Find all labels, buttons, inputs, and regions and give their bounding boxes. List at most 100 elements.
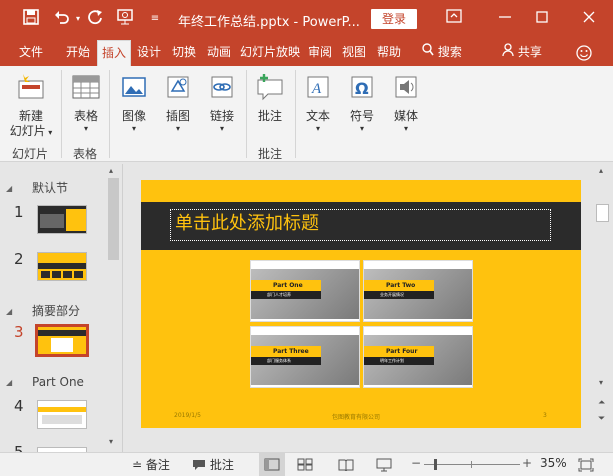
slide-thumbnail-1[interactable] (37, 205, 87, 234)
tab-view[interactable]: 视图 (338, 38, 370, 66)
part-card-3[interactable]: Part Three 部门服务体系 (250, 326, 360, 388)
zoom-level[interactable]: 35% (540, 456, 567, 470)
slideshow-button[interactable] (376, 456, 392, 475)
minimize-icon[interactable] (494, 8, 516, 30)
scroll-up-icon[interactable]: ▴ (109, 166, 113, 175)
part-card-1[interactable]: Part One 部门人才培养 (250, 260, 360, 322)
new-slide-button[interactable]: 新建 幻灯片 ▾ (6, 72, 56, 140)
slideshow-icon (376, 458, 392, 472)
part-name: Part Four (386, 348, 418, 355)
scroll-down-icon[interactable]: ▾ (109, 437, 113, 446)
smiley-icon[interactable] (572, 38, 596, 66)
thumb-band (38, 407, 86, 412)
part-card-4[interactable]: Part Four 明年工作计划 (363, 326, 473, 388)
table-button[interactable]: 表格 ▾ (66, 72, 106, 134)
image-dropdown-icon: ▾ (131, 124, 136, 133)
part-subtitle: 部门服务体系 (267, 358, 291, 363)
media-button[interactable]: 媒体 ▾ (386, 72, 426, 134)
tab-home[interactable]: 开始 (60, 38, 96, 66)
slide-thumbnail-pane: ◢ 默认节 1 2 ◢ 摘要部分 3 ◢ Part One 4 5 (0, 164, 123, 452)
normal-view-icon (264, 458, 280, 471)
comment-button[interactable]: 批注 (248, 72, 292, 124)
comment-icon (248, 72, 292, 105)
text-dropdown-icon: ▾ (315, 124, 320, 133)
zoom-slider-center-mark (471, 461, 472, 468)
collapse-section-icon[interactable]: ◢ (6, 184, 12, 193)
section-part-one[interactable]: Part One (32, 375, 84, 389)
status-bar: ≐ 备注 批注 − + 35% (0, 452, 613, 476)
section-default[interactable]: 默认节 (32, 179, 68, 196)
symbol-button[interactable]: Ω 符号 ▾ (342, 72, 382, 134)
zoom-slider[interactable] (424, 459, 520, 470)
fit-to-window-button[interactable] (578, 456, 594, 475)
slide-number: 1 (14, 203, 24, 221)
comments-button[interactable]: 批注 (192, 456, 234, 474)
tab-transitions[interactable]: 切换 (168, 38, 200, 66)
new-slide-label-line1: 新建 (18, 109, 43, 123)
reading-view-button[interactable] (338, 456, 354, 474)
text-button[interactable]: A 文本 ▾ (298, 72, 338, 134)
part-name: Part One (273, 282, 303, 289)
ribbon-display-icon[interactable] (443, 8, 465, 30)
part-subtitle: 明年工作计划 (380, 358, 404, 363)
tab-file[interactable]: 文件 (8, 38, 54, 66)
previous-slide-icon[interactable]: ⏶ (598, 398, 605, 408)
tab-help[interactable]: 帮助 (372, 38, 406, 66)
slide-number: 5 (14, 443, 24, 452)
symbol-label: 符号 (349, 109, 374, 123)
illustration-button[interactable]: 插图 ▾ (158, 72, 198, 134)
customize-icon[interactable]: ≡ (145, 9, 165, 29)
scroll-up-icon[interactable]: ▴ (599, 166, 603, 175)
normal-view-button[interactable] (259, 453, 285, 476)
image-button[interactable]: 图像 ▾ (114, 72, 154, 134)
link-icon (202, 72, 242, 105)
close-icon[interactable] (578, 8, 600, 30)
editor-scrollbar[interactable]: ▴ ▾ ⏶ ⏷ (594, 164, 613, 452)
tell-me-search[interactable]: 搜索 (416, 38, 468, 66)
save-icon[interactable] (21, 9, 41, 29)
slide-title-placeholder[interactable]: 单击此处添加标题 (170, 209, 551, 241)
zoom-slider-thumb[interactable] (434, 459, 437, 470)
login-button[interactable]: 登录 (371, 9, 417, 29)
present-icon[interactable] (115, 9, 135, 29)
part-name: Part Three (273, 348, 309, 355)
tab-review[interactable]: 审阅 (304, 38, 336, 66)
part-card-2[interactable]: Part Two 业务开展情况 (363, 260, 473, 322)
thumb-band (38, 263, 86, 269)
zoom-out-icon[interactable]: − (411, 456, 421, 470)
textbox-icon: A (298, 72, 338, 105)
slide-thumbnail-4[interactable] (37, 400, 87, 429)
scroll-thumb[interactable] (596, 204, 609, 222)
tab-design[interactable]: 设计 (133, 38, 165, 66)
slide-footer-date: 2019/1/5 (174, 412, 201, 419)
fit-to-window-icon (578, 458, 594, 472)
group-label-slides: 幻灯片 (12, 147, 49, 161)
tab-insert[interactable]: 插入 (97, 40, 131, 66)
table-dropdown-icon: ▾ (83, 124, 88, 133)
section-summary[interactable]: 摘要部分 (32, 302, 80, 319)
share-button[interactable]: 共享 (497, 38, 547, 66)
slide-sorter-button[interactable] (297, 456, 313, 474)
tab-animations[interactable]: 动画 (202, 38, 236, 66)
notes-button[interactable]: ≐ 备注 (132, 456, 170, 473)
illustration-label: 插图 (165, 109, 190, 123)
next-slide-icon[interactable]: ⏷ (598, 414, 605, 424)
link-button[interactable]: 链接 ▾ (202, 72, 242, 134)
share-label: 共享 (517, 45, 542, 59)
thumbnail-scrollbar[interactable]: ▴ ▾ (107, 164, 120, 452)
slide-number: 2 (14, 250, 24, 268)
reading-view-icon (338, 459, 354, 472)
redo-icon[interactable] (85, 9, 105, 29)
slide-thumbnail-3[interactable] (35, 324, 89, 357)
tab-slideshow[interactable]: 幻灯片放映 (238, 38, 302, 66)
zoom-in-icon[interactable]: + (522, 456, 532, 470)
scroll-thumb[interactable] (108, 178, 119, 260)
symbol-dropdown-icon: ▾ (359, 124, 364, 133)
maximize-icon[interactable] (531, 8, 553, 30)
collapse-section-icon[interactable]: ◢ (6, 307, 12, 316)
scroll-down-icon[interactable]: ▾ (599, 378, 603, 387)
ribbon-separator (246, 70, 247, 158)
collapse-section-icon[interactable]: ◢ (6, 378, 12, 387)
group-label-table: 表格 (73, 147, 98, 161)
slide-thumbnail-2[interactable] (37, 252, 87, 281)
